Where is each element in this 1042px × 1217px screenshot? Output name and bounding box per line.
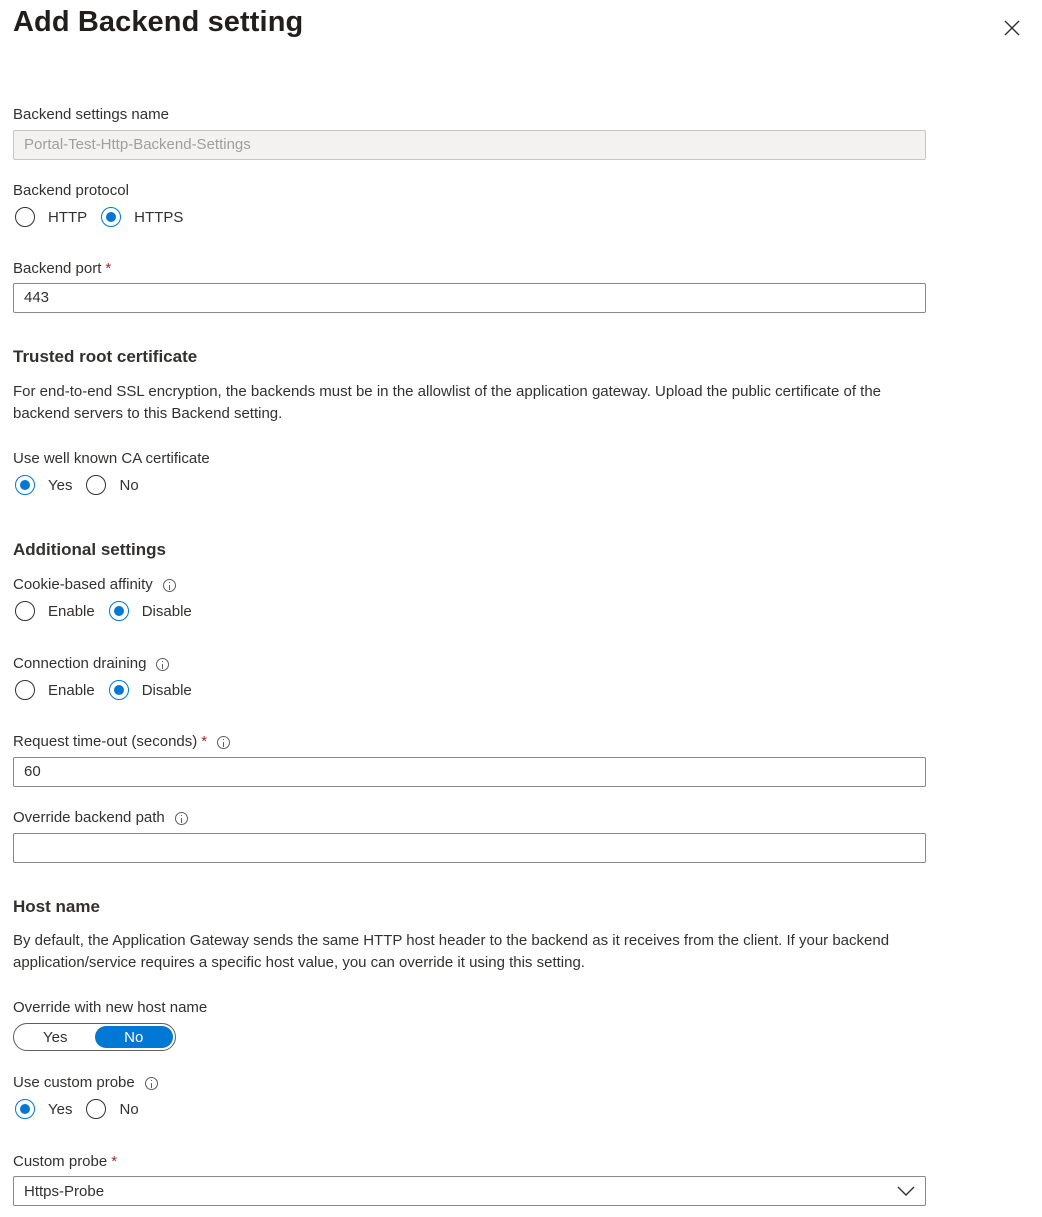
radio-cookie-disable-label: Disable xyxy=(141,602,192,620)
radio-https[interactable]: HTTPS xyxy=(101,207,183,227)
radio-draining-enable-circle[interactable] xyxy=(15,680,35,700)
radio-draining-disable[interactable]: Disable xyxy=(108,680,192,700)
radio-ca-no[interactable]: No xyxy=(86,475,139,495)
override-host-name-toggle[interactable]: Yes No xyxy=(13,1023,176,1051)
radio-draining-enable[interactable]: Enable xyxy=(15,680,95,700)
custom-probe-label: Custom probe * xyxy=(13,1153,117,1171)
radio-probe-yes-circle[interactable] xyxy=(15,1099,35,1119)
required-mark: * xyxy=(111,1153,118,1170)
radio-probe-no[interactable]: No xyxy=(86,1099,139,1119)
radio-cookie-disable-circle[interactable] xyxy=(108,601,129,621)
use-ca-cert-label: Use well known CA certificate xyxy=(13,450,210,467)
radio-cookie-enable-circle[interactable] xyxy=(15,601,35,621)
backend-settings-name-field: Portal-Test-Http-Backend-Settings xyxy=(13,130,926,160)
custom-probe-select-value: Https-Probe xyxy=(24,1182,105,1200)
close-icon[interactable] xyxy=(1000,16,1024,40)
backend-settings-name-label: Backend settings name xyxy=(13,106,169,123)
radio-cookie-enable-label: Enable xyxy=(48,602,95,620)
info-icon[interactable] xyxy=(156,657,170,671)
custom-probe-label-text: Custom probe xyxy=(13,1153,108,1170)
connection-draining-label: Connection draining xyxy=(13,655,170,673)
info-icon[interactable] xyxy=(174,811,188,825)
required-mark: * xyxy=(201,733,208,750)
toggle-no[interactable]: No xyxy=(94,1026,173,1048)
request-timeout-input[interactable]: 60 xyxy=(13,757,926,787)
radio-ca-yes-label: Yes xyxy=(48,476,73,494)
host-name-heading: Host name xyxy=(13,897,100,916)
trusted-root-heading: Trusted root certificate xyxy=(13,347,198,366)
radio-ca-no-circle[interactable] xyxy=(86,475,107,495)
backend-port-input[interactable]: 443 xyxy=(13,283,926,313)
info-icon[interactable] xyxy=(144,1076,158,1090)
trusted-root-description: For end-to-end SSL encryption, the backe… xyxy=(13,383,882,422)
radio-ca-no-label: No xyxy=(119,476,139,494)
use-custom-probe-label-text: Use custom probe xyxy=(13,1074,135,1091)
override-backend-path-label-text: Override backend path xyxy=(13,809,165,826)
radio-cookie-enable[interactable]: Enable xyxy=(15,601,95,621)
use-custom-probe-radio-group: Yes No xyxy=(15,1097,153,1121)
radio-draining-disable-circle[interactable] xyxy=(108,680,129,700)
cookie-affinity-label-text: Cookie-based affinity xyxy=(13,576,153,593)
backend-port-label-text: Backend port xyxy=(13,260,102,277)
override-host-name-label: Override with new host name xyxy=(13,999,208,1016)
radio-ca-yes[interactable]: Yes xyxy=(15,475,72,495)
radio-http[interactable]: HTTP xyxy=(15,207,87,227)
custom-probe-select[interactable]: Https-Probe xyxy=(13,1176,926,1206)
toggle-yes[interactable]: Yes xyxy=(16,1026,95,1048)
info-icon[interactable] xyxy=(162,578,176,592)
required-mark: * xyxy=(105,260,112,277)
override-backend-path-input[interactable] xyxy=(13,833,926,863)
request-timeout-label-text: Request time-out (seconds) xyxy=(13,733,198,750)
override-backend-path-label: Override backend path xyxy=(13,809,188,827)
backend-port-label: Backend port * xyxy=(13,260,111,278)
radio-https-label: HTTPS xyxy=(134,208,184,226)
radio-probe-yes-label: Yes xyxy=(48,1100,73,1118)
use-ca-cert-radio-group: Yes No xyxy=(15,473,153,497)
additional-settings-heading: Additional settings xyxy=(13,540,166,559)
cookie-affinity-radio-group: Enable Disable xyxy=(15,599,206,623)
radio-draining-enable-label: Enable xyxy=(48,681,95,699)
radio-http-circle[interactable] xyxy=(15,207,35,227)
radio-probe-yes[interactable]: Yes xyxy=(15,1099,72,1119)
use-custom-probe-label: Use custom probe xyxy=(13,1074,158,1092)
request-timeout-label: Request time-out (seconds) * xyxy=(13,733,231,751)
connection-draining-radio-group: Enable Disable xyxy=(15,678,206,702)
backend-protocol-label: Backend protocol xyxy=(13,182,129,199)
chevron-down-icon xyxy=(897,1183,915,1200)
radio-https-circle[interactable] xyxy=(101,207,122,227)
cookie-affinity-label: Cookie-based affinity xyxy=(13,576,176,594)
radio-cookie-disable[interactable]: Disable xyxy=(108,601,192,621)
connection-draining-label-text: Connection draining xyxy=(13,655,147,672)
radio-probe-no-label: No xyxy=(119,1100,139,1118)
panel-title: Add Backend setting xyxy=(13,6,304,38)
host-name-description: By default, the Application Gateway send… xyxy=(13,932,890,971)
backend-protocol-radio-group: HTTP HTTPS xyxy=(15,205,197,229)
radio-draining-disable-label: Disable xyxy=(141,681,192,699)
info-icon[interactable] xyxy=(217,735,231,749)
radio-ca-yes-circle[interactable] xyxy=(15,475,35,495)
radio-http-label: HTTP xyxy=(48,208,88,226)
radio-probe-no-circle[interactable] xyxy=(86,1099,107,1119)
